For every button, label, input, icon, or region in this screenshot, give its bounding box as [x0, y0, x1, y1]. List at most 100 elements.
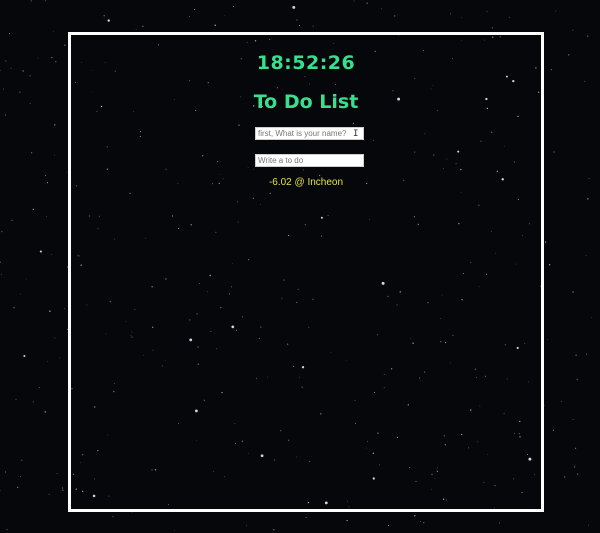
star [414, 515, 416, 517]
star [59, 357, 60, 359]
star [564, 476, 566, 478]
star [135, 28, 137, 30]
star [574, 466, 576, 468]
star [461, 17, 462, 19]
star [142, 25, 144, 27]
star [4, 114, 6, 116]
star [32, 401, 34, 403]
star [38, 386, 40, 388]
star [62, 489, 64, 491]
star [21, 459, 23, 461]
star [15, 398, 17, 400]
star [420, 521, 421, 522]
star [64, 44, 66, 46]
star [112, 515, 114, 517]
star [189, 16, 191, 17]
star [5, 471, 7, 473]
star [55, 61, 57, 63]
star [13, 307, 15, 309]
star [39, 250, 42, 253]
name-input[interactable] [255, 127, 364, 140]
star [575, 447, 577, 449]
star [54, 154, 56, 156]
star [587, 35, 589, 37]
star [584, 80, 586, 82]
star [44, 411, 46, 413]
star [107, 19, 110, 22]
star [19, 91, 21, 93]
star [508, 16, 510, 18]
starfield-background: 18:52:26 To Do List I -6.02 @ Incheon [0, 0, 600, 533]
star [56, 472, 58, 474]
star [561, 401, 563, 402]
star [53, 30, 54, 32]
star [45, 174, 47, 176]
star [568, 54, 570, 56]
todo-app-frame: 18:52:26 To Do List I -6.02 @ Incheon [68, 32, 544, 512]
star [575, 354, 577, 356]
weather-readout: -6.02 @ Incheon [268, 177, 344, 188]
star [449, 13, 452, 15]
star [553, 151, 555, 153]
star [51, 57, 53, 59]
star [548, 264, 551, 266]
star [590, 317, 592, 318]
star [574, 465, 576, 467]
star [30, 0, 32, 2]
star [17, 486, 19, 489]
star [544, 241, 547, 243]
star [64, 307, 65, 309]
star [0, 69, 2, 71]
star [45, 0, 46, 2]
star [46, 182, 49, 184]
star [233, 6, 234, 7]
star [550, 69, 553, 71]
star [46, 216, 47, 218]
star [11, 219, 13, 221]
star [19, 293, 21, 295]
star [585, 255, 587, 256]
star [22, 70, 24, 72]
star [491, 27, 493, 29]
star [54, 337, 56, 339]
star [1, 231, 3, 233]
star [20, 476, 21, 478]
star [49, 310, 51, 312]
star [585, 353, 587, 355]
star [588, 178, 590, 179]
star [572, 419, 574, 420]
star [47, 361, 48, 362]
todo-input[interactable] [255, 154, 364, 167]
star [273, 529, 275, 531]
star [299, 24, 300, 26]
star [587, 524, 589, 526]
star [10, 67, 12, 69]
star [346, 519, 348, 522]
star [576, 473, 579, 475]
star [50, 254, 52, 256]
star [312, 25, 314, 27]
page-title: To Do List [253, 91, 359, 113]
star [555, 10, 557, 12]
star [214, 24, 216, 26]
star [30, 152, 33, 154]
star [103, 15, 105, 17]
star [0, 273, 2, 275]
star [353, 0, 355, 2]
star [552, 429, 554, 431]
star [296, 19, 298, 21]
star [32, 208, 34, 211]
clock-display: 18:52:26 [256, 52, 356, 74]
star [8, 33, 11, 35]
star [387, 524, 389, 527]
star [366, 2, 368, 4]
star [223, 15, 225, 17]
star [29, 75, 31, 77]
star [544, 405, 545, 407]
star [48, 493, 50, 495]
star [6, 528, 8, 531]
star [29, 103, 31, 105]
star [587, 198, 589, 200]
star [23, 354, 26, 358]
star [54, 124, 56, 126]
